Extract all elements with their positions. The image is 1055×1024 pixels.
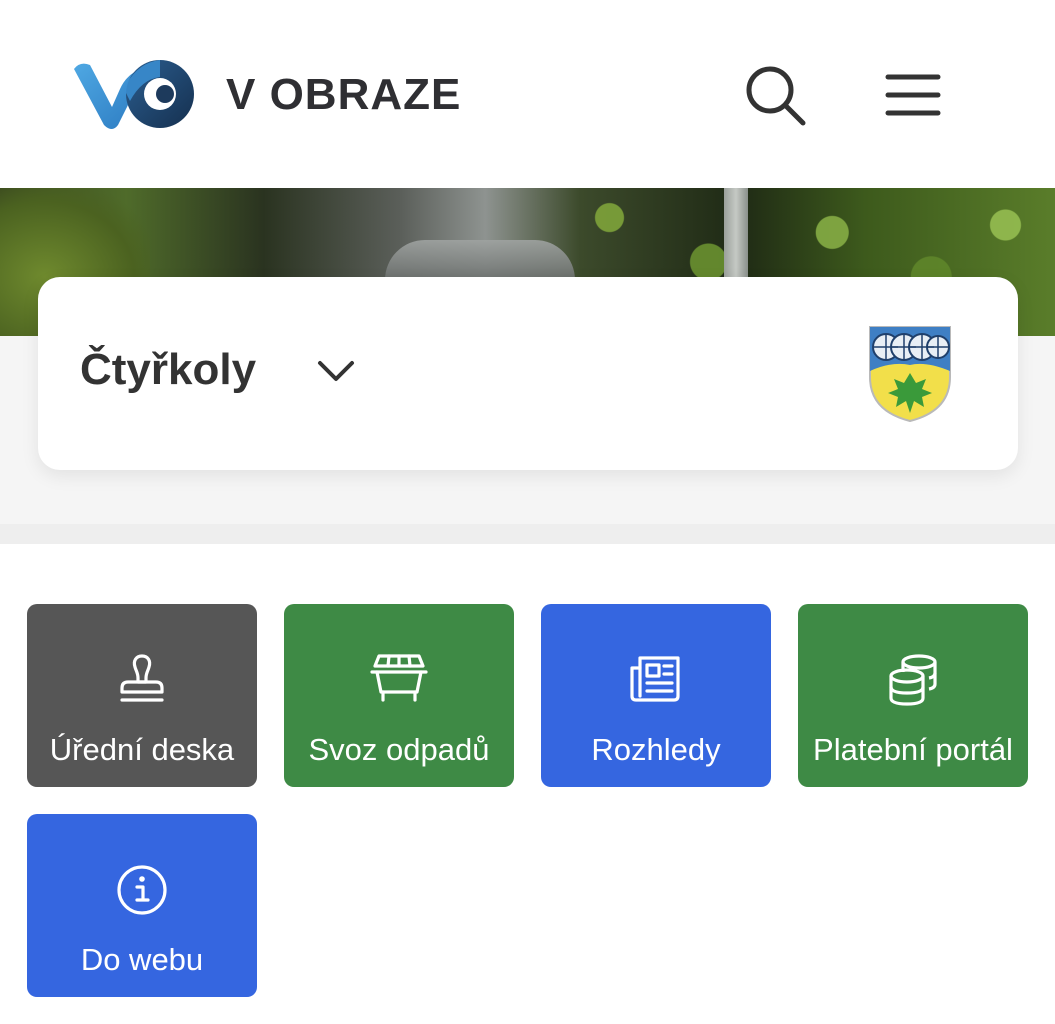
tile-uredni-deska[interactable]: Úřední deska [27, 604, 257, 787]
info-icon [117, 865, 167, 915]
dumpster-icon [370, 654, 428, 702]
tile-platebni-portal[interactable]: Platební portál [798, 604, 1028, 787]
tile-rozhledy[interactable]: Rozhledy [541, 604, 771, 787]
search-button[interactable] [740, 60, 810, 130]
app-header: V OBRAZE [0, 0, 1055, 188]
v-obraze-logo[interactable] [72, 55, 197, 133]
tile-label: Platební portál [813, 732, 1013, 767]
hamburger-menu-icon [885, 74, 941, 116]
coins-icon [889, 654, 937, 706]
coat-of-arms-icon [869, 326, 951, 423]
tile-do-webu[interactable]: Do webu [27, 814, 257, 997]
menu-button[interactable] [878, 60, 948, 130]
tile-svoz-odpadu[interactable]: Svoz odpadů [284, 604, 514, 787]
brand-name: V OBRAZE [226, 70, 462, 119]
town-selector-card[interactable]: Čtyřkoly [38, 277, 1018, 470]
newspaper-icon [630, 656, 680, 702]
town-name: Čtyřkoly [80, 345, 257, 394]
tile-label: Svoz odpadů [308, 732, 490, 767]
tile-label: Do webu [80, 942, 204, 977]
chevron-down-icon[interactable] [314, 349, 358, 393]
section-divider [0, 524, 1055, 544]
search-icon [746, 66, 806, 126]
stamp-icon [120, 654, 164, 702]
tile-label: Rozhledy [591, 732, 721, 767]
tile-label: Úřední deska [49, 732, 235, 767]
